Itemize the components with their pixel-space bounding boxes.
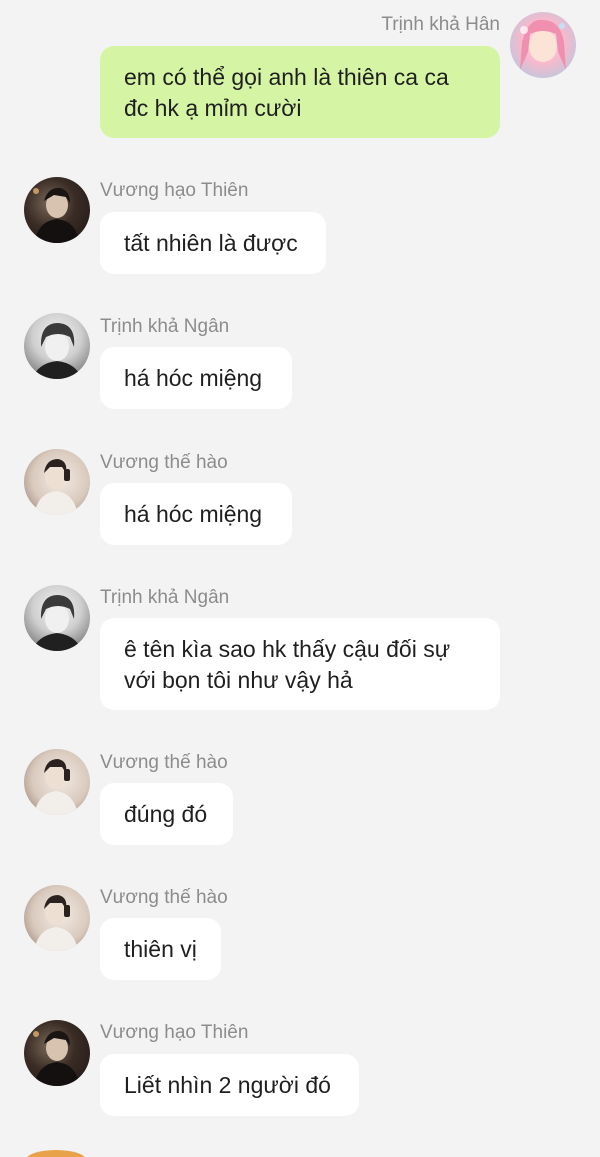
message-bubble[interactable]: Liết nhìn 2 người đó — [100, 1054, 359, 1116]
sender-name: Vương thế hào — [100, 452, 228, 473]
chat-log: Trịnh khả Hân em có thể gọi anh là thiên… — [0, 0, 600, 1157]
message-bubble[interactable]: đúng đó — [100, 783, 233, 845]
sender-name: Trịnh khả Ngân — [100, 316, 230, 337]
sender-name: Vương hạo Thiên — [100, 180, 249, 201]
avatar[interactable] — [24, 177, 90, 243]
message-bubble[interactable]: tất nhiên là được — [100, 212, 326, 274]
avatar[interactable] — [24, 585, 90, 651]
avatar[interactable] — [24, 313, 90, 379]
message-bubble[interactable]: há hóc miệng — [100, 483, 292, 545]
sender-name: Vương thế hào — [100, 752, 228, 773]
message-bubble[interactable]: há hóc miệng — [100, 347, 292, 409]
avatar[interactable] — [24, 1020, 90, 1086]
sender-name: Trịnh khả Ngân — [100, 587, 230, 608]
avatar[interactable] — [24, 885, 90, 951]
sender-name: Vương hạo Thiên — [100, 1022, 249, 1043]
message-bubble[interactable]: ê tên kìa sao hk thấy cậu đối sự với bọn… — [100, 618, 500, 710]
avatar[interactable] — [26, 1150, 86, 1157]
sender-name: Vương thế hào — [100, 887, 228, 908]
avatar[interactable] — [24, 449, 90, 515]
message-bubble[interactable]: em có thể gọi anh là thiên ca ca đc hk ạ… — [100, 46, 500, 138]
sender-name: Trịnh khả Hân — [381, 14, 500, 35]
avatar[interactable] — [510, 12, 576, 78]
message-bubble[interactable]: thiên vị — [100, 918, 221, 980]
avatar[interactable] — [24, 749, 90, 815]
